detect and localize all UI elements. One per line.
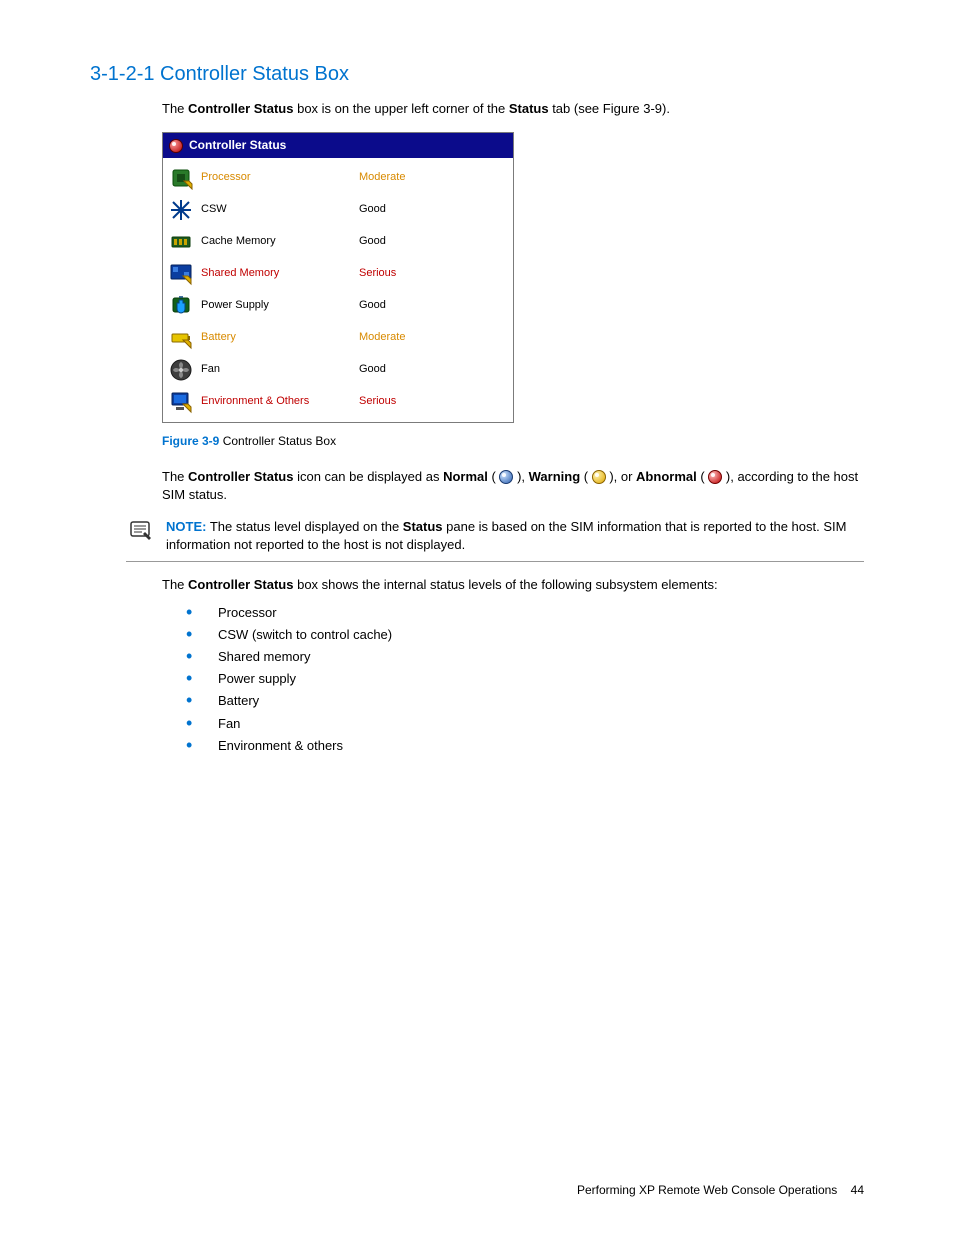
text: tab (see Figure 3-9). xyxy=(549,101,670,116)
text: ), or xyxy=(606,469,636,484)
list-item: Fan xyxy=(162,713,864,735)
list-item: Environment & others xyxy=(162,735,864,757)
footer-text: Performing XP Remote Web Console Operati… xyxy=(577,1183,837,1197)
status-row-label: Fan xyxy=(201,362,351,377)
text-bold: Abnormal xyxy=(636,469,697,484)
status-row-label: Power Supply xyxy=(201,298,351,313)
status-row-power-supply: Power Supply Good xyxy=(163,290,513,322)
figure-text: Controller Status Box xyxy=(219,434,336,448)
text: The xyxy=(162,469,188,484)
text-bold: Controller Status xyxy=(188,469,293,484)
globe-abnormal-icon xyxy=(169,139,183,153)
status-row-value: Good xyxy=(359,234,386,249)
icon-states-paragraph: The Controller Status icon can be displa… xyxy=(162,468,864,504)
text-bold: Status xyxy=(403,519,443,534)
text: ), xyxy=(513,469,528,484)
battery-icon xyxy=(169,326,193,350)
list-item: Power supply xyxy=(162,668,864,690)
status-row-label: Environment & Others xyxy=(201,394,351,409)
status-row-label: Shared Memory xyxy=(201,266,351,281)
status-row-value: Moderate xyxy=(359,170,405,185)
status-row-value: Good xyxy=(359,362,386,377)
text-bold: Normal xyxy=(443,469,488,484)
globe-normal-icon xyxy=(499,470,513,484)
status-row-label: CSW xyxy=(201,202,351,217)
controller-status-header: Controller Status xyxy=(163,133,513,158)
note-icon xyxy=(126,518,156,554)
controller-status-rows: Processor Moderate CSW Good Cache Memory… xyxy=(163,158,513,422)
text-bold: Controller Status xyxy=(188,101,293,116)
subsystems-intro: The Controller Status box shows the inte… xyxy=(162,576,864,594)
text-bold: Warning xyxy=(529,469,581,484)
status-row-value: Good xyxy=(359,202,386,217)
text: box shows the internal status levels of … xyxy=(293,577,717,592)
shared-memory-icon xyxy=(169,262,193,286)
status-row-cache-memory: Cache Memory Good xyxy=(163,226,513,258)
status-row-value: Good xyxy=(359,298,386,313)
status-row-value: Serious xyxy=(359,394,396,409)
text: The xyxy=(162,577,188,592)
globe-abnormal-icon xyxy=(708,470,722,484)
csw-icon xyxy=(169,198,193,222)
text: box is on the upper left corner of the xyxy=(293,101,508,116)
controller-status-box: Controller Status Processor Moderate CSW… xyxy=(162,132,514,423)
status-row-label: Cache Memory xyxy=(201,234,351,249)
status-row-value: Moderate xyxy=(359,330,405,345)
status-row-fan: Fan Good xyxy=(163,354,513,386)
status-row-label: Battery xyxy=(201,330,351,345)
note-label: NOTE: xyxy=(166,519,206,534)
figure-caption: Figure 3-9 Controller Status Box xyxy=(162,433,864,450)
page-number: 44 xyxy=(851,1183,864,1197)
status-row-label: Processor xyxy=(201,170,351,185)
text: The status level displayed on the xyxy=(206,519,402,534)
section-heading: 3-1-2-1 Controller Status Box xyxy=(90,60,864,88)
page-footer: Performing XP Remote Web Console Operati… xyxy=(577,1182,864,1199)
status-row-processor: Processor Moderate xyxy=(163,162,513,194)
status-row-csw: CSW Good xyxy=(163,194,513,226)
list-item: Processor xyxy=(162,602,864,624)
subsystems-list: Processor CSW (switch to control cache) … xyxy=(162,602,864,757)
text: ( xyxy=(697,469,709,484)
list-item: Battery xyxy=(162,690,864,712)
processor-icon xyxy=(169,166,193,190)
status-row-battery: Battery Moderate xyxy=(163,322,513,354)
text: ( xyxy=(488,469,500,484)
status-row-value: Serious xyxy=(359,266,396,281)
note-text: NOTE: The status level displayed on the … xyxy=(166,518,864,554)
globe-warning-icon xyxy=(592,470,606,484)
controller-status-title: Controller Status xyxy=(189,137,286,154)
environment-icon xyxy=(169,390,193,414)
note-block: NOTE: The status level displayed on the … xyxy=(126,514,864,561)
cache-memory-icon xyxy=(169,230,193,254)
power-supply-icon xyxy=(169,294,193,318)
figure-label: Figure 3-9 xyxy=(162,434,219,448)
status-row-shared-memory: Shared Memory Serious xyxy=(163,258,513,290)
fan-icon xyxy=(169,358,193,382)
status-row-environment: Environment & Others Serious xyxy=(163,386,513,418)
text-bold: Controller Status xyxy=(188,577,293,592)
text: ( xyxy=(580,469,592,484)
text: icon can be displayed as xyxy=(293,469,443,484)
list-item: Shared memory xyxy=(162,646,864,668)
text: The xyxy=(162,101,188,116)
intro-paragraph: The Controller Status box is on the uppe… xyxy=(162,100,864,118)
list-item: CSW (switch to control cache) xyxy=(162,624,864,646)
text-bold: Status xyxy=(509,101,549,116)
